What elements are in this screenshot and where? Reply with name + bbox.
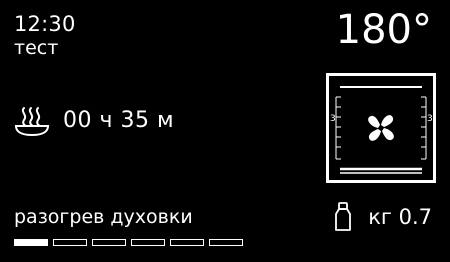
timer-readout: 00 ч 35 м (63, 108, 175, 133)
timer-row[interactable]: 00 ч 35 м (14, 104, 174, 138)
convection-fan-icon (368, 115, 394, 141)
preheat-progress-bar (14, 239, 243, 246)
clock: 12:30 (14, 12, 76, 36)
oven-level-left: 3 (330, 114, 336, 124)
progress-segment (14, 239, 48, 246)
progress-segment (53, 239, 87, 246)
progress-segment (170, 239, 204, 246)
weight-icon (332, 202, 354, 232)
program-name: тест (14, 37, 59, 59)
oven-mode-indicator[interactable]: 3 3 (326, 73, 436, 183)
steam-dish-icon (14, 104, 50, 138)
progress-segment (131, 239, 165, 246)
progress-segment (209, 239, 243, 246)
progress-segment (92, 239, 126, 246)
temperature-readout[interactable]: 180° (336, 7, 432, 53)
oven-diagram: 3 3 (326, 73, 436, 183)
weight-readout: кг 0.7 (368, 205, 432, 229)
weight-row[interactable]: кг 0.7 (332, 200, 432, 234)
oven-level-right: 3 (427, 114, 433, 124)
status-text: разогрев духовки (14, 206, 193, 228)
oven-display: 12:30 тест 180° 00 ч 35 м 3 3 разогрев д… (0, 0, 450, 262)
